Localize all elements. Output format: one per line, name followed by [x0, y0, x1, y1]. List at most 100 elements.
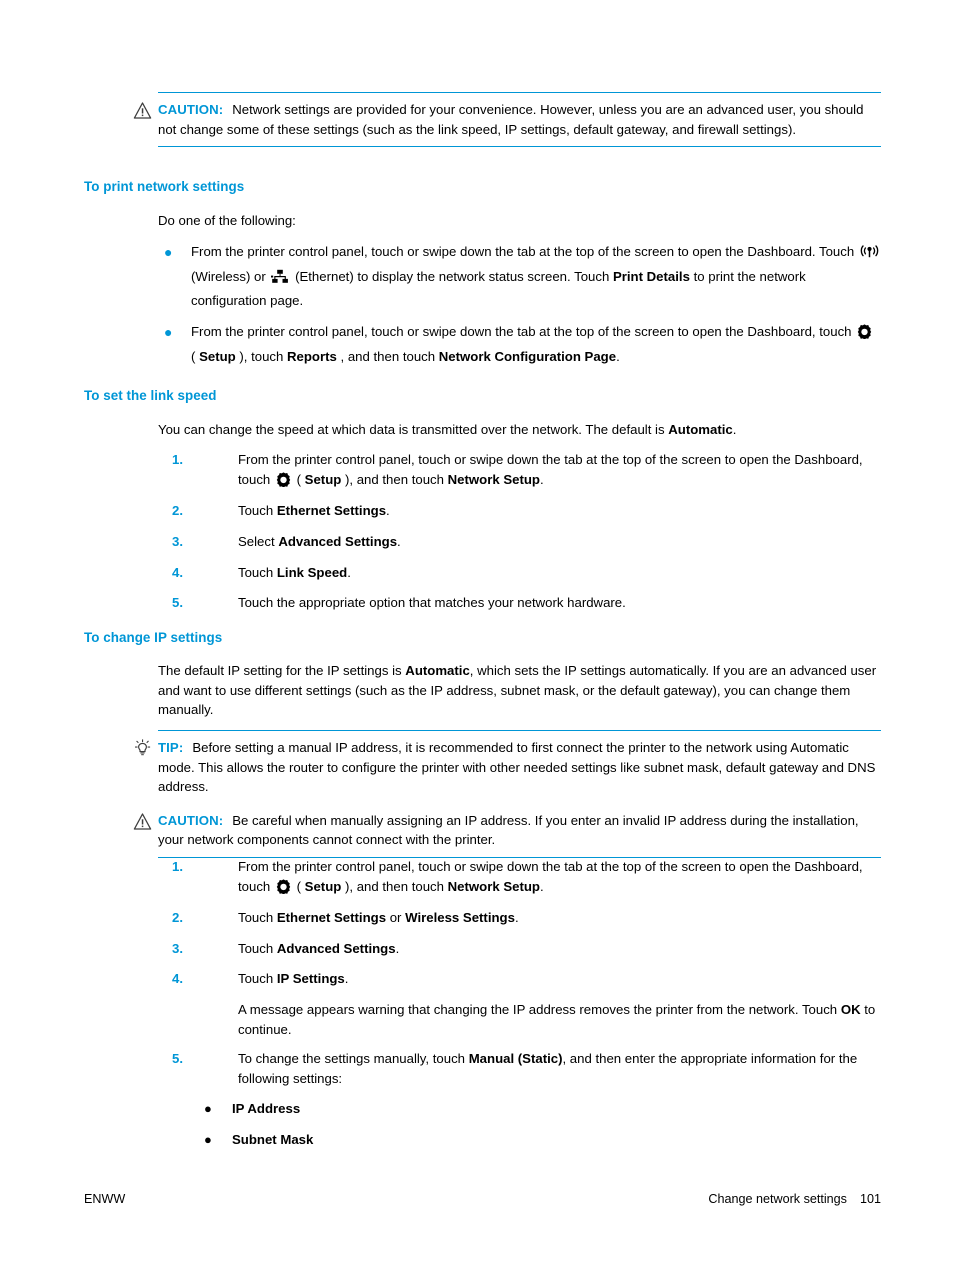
numbered-list-item: 3. Select Advanced Settings.: [158, 532, 881, 552]
bullet-dot-icon: ●: [204, 1101, 212, 1116]
step-end: .: [539, 471, 544, 487]
caution-admonition-top-wrapper: CAUTION: Network settings are provided fo…: [0, 92, 954, 147]
step-post: .: [397, 534, 401, 549]
admonition-label: TIP:: [158, 740, 184, 755]
gear-setup-icon: [857, 324, 872, 339]
step-bold-setup: Setup: [304, 878, 342, 894]
ethernet-icon: [271, 269, 289, 284]
admonition-text: Be careful when manually assigning an IP…: [158, 812, 859, 848]
list-number: 1.: [172, 452, 183, 467]
admonition-label: CAUTION:: [158, 102, 224, 117]
numbered-list-item: 4. Touch Link Speed.: [158, 563, 881, 583]
bullet-text-part-1: From the printer control panel, touch or…: [191, 244, 858, 259]
ip-intro-pre: The default IP setting for the IP settin…: [158, 663, 406, 678]
step-bold: Advanced Settings: [276, 941, 396, 956]
list-number: 5.: [172, 1051, 183, 1066]
list-number: 2.: [172, 503, 183, 518]
numbered-list-item: 3. Touch Advanced Settings.: [158, 939, 881, 959]
bullet-dot-icon: ●: [164, 244, 173, 260]
bullet-dot-icon: ●: [204, 1132, 212, 1147]
admonition-text: Before setting a manual IP address, it i…: [158, 740, 876, 794]
step-post: .: [395, 941, 400, 956]
bullet-bold-reports: Reports: [287, 348, 337, 364]
numbered-list-item: 4. Touch IP Settings.: [158, 969, 881, 989]
step-bold-ethernet-settings: Ethernet Settings: [276, 910, 387, 925]
caution-admonition-top: CAUTION: Network settings are provided fo…: [133, 92, 881, 147]
list-item: ● From the printer control panel, touch …: [158, 240, 881, 314]
step-pre: Touch the appropriate option that matche…: [238, 595, 626, 610]
step-pre: Touch: [238, 565, 277, 580]
tip-caution-admonition-block: TIP: Before setting a manual IP address, …: [133, 730, 881, 858]
step-post: .: [347, 565, 351, 580]
print-network-settings-intro: Do one of the following:: [158, 213, 296, 228]
step-pre: Touch: [238, 910, 277, 925]
bullet-dot-icon: ●: [164, 324, 173, 340]
step-setup-close: ), and then touch: [341, 471, 448, 487]
list-number: 4.: [172, 565, 183, 580]
numbered-list-item: 1. From the printer control panel, touch…: [158, 450, 881, 489]
tip-admonition: TIP: Before setting a manual IP address, …: [135, 731, 881, 804]
step-setup-close: ), and then touch: [341, 878, 448, 894]
step-bold: Link Speed: [276, 565, 348, 580]
document-page: CAUTION: Network settings are provided fo…: [0, 0, 954, 1271]
footer-page-number: 101: [859, 1192, 881, 1206]
ip-intro-bold: Automatic: [405, 663, 470, 678]
link-speed-intro-post: .: [732, 422, 737, 437]
step-note-pre: A message appears warning that changing …: [238, 1002, 841, 1017]
bullet-bold-print-details: Print Details: [612, 268, 690, 284]
page-footer: ENWW Change network settings 101: [0, 1192, 954, 1214]
numbered-list-item: 1. From the printer control panel, touch…: [158, 857, 881, 896]
numbered-list-item: 2. Touch Ethernet Settings.: [158, 501, 881, 521]
step-bold-network-setup: Network Setup: [447, 878, 540, 894]
list-item: ● From the printer control panel, touch …: [158, 320, 881, 369]
step-setup-open: (: [292, 471, 305, 487]
step-note-bold-ok: OK: [840, 1002, 861, 1017]
step-post: .: [514, 910, 519, 925]
list-number: 5.: [172, 595, 183, 610]
bullet-ethernet-label: (Ethernet) to display the network status…: [291, 268, 613, 284]
bullet-wireless-label: (Wireless) or: [191, 268, 270, 284]
list-number: 2.: [172, 910, 183, 925]
step-bold-manual-static: Manual (Static): [468, 1051, 563, 1066]
sub-bullet-label: IP Address: [232, 1101, 301, 1116]
ip-settings-intro: The default IP setting for the IP settin…: [158, 661, 881, 720]
tip-caution-admonition-wrapper: TIP: Before setting a manual IP address, …: [0, 730, 954, 858]
sub-bullet-label: Subnet Mask: [232, 1132, 314, 1147]
step-pre: Touch: [238, 503, 277, 518]
list-number: 3.: [172, 941, 183, 956]
heading-to-change-ip-settings: To change IP settings: [84, 630, 223, 645]
link-speed-intro-bold: Automatic: [668, 422, 733, 437]
warning-triangle-icon: [133, 812, 152, 831]
step-bold: Ethernet Settings: [276, 503, 387, 518]
step-bold: IP Settings: [276, 971, 345, 986]
admonition-body: CAUTION: Network settings are provided fo…: [133, 93, 881, 146]
step-post: .: [386, 503, 390, 518]
step-bold-wireless-settings: Wireless Settings: [405, 910, 515, 925]
admonition-label: CAUTION:: [158, 812, 224, 828]
lightbulb-icon: [133, 739, 152, 758]
bullet-mid: , and then touch: [336, 348, 439, 364]
footer-section-and-page: Change network settings 101: [708, 1192, 881, 1206]
heading-to-print-network-settings: To print network settings: [84, 179, 245, 194]
list-number: 3.: [172, 534, 183, 549]
sub-list-item: ● Subnet Mask: [196, 1130, 881, 1150]
footer-locale-code: ENWW: [84, 1192, 126, 1206]
heading-to-set-the-link-speed: To set the link speed: [84, 388, 217, 403]
step-post: .: [344, 971, 349, 986]
sub-list-item: ● IP Address: [196, 1099, 881, 1119]
step-bold-setup: Setup: [304, 471, 342, 487]
bullet-text-part-1: From the printer control panel, touch or…: [191, 324, 856, 339]
numbered-list-item: 5. To change the settings manually, touc…: [158, 1049, 881, 1088]
list-number: 1.: [172, 859, 183, 874]
bullet-setup-open: (: [191, 348, 200, 364]
step-mid: or: [386, 910, 406, 925]
step-pre: Touch: [238, 971, 277, 986]
bullet-bold-setup: Setup: [199, 348, 236, 364]
step-4-note: A message appears warning that changing …: [238, 1000, 881, 1039]
admonition-text: Network settings are provided for your c…: [158, 102, 864, 137]
numbered-list-item: 2. Touch Ethernet Settings or Wireless S…: [158, 908, 881, 928]
step-pre: Select: [238, 534, 279, 549]
bullet-end: .: [616, 348, 620, 364]
footer-section-title: Change network settings: [708, 1192, 847, 1206]
bullet-setup-close: ), touch: [235, 348, 288, 364]
